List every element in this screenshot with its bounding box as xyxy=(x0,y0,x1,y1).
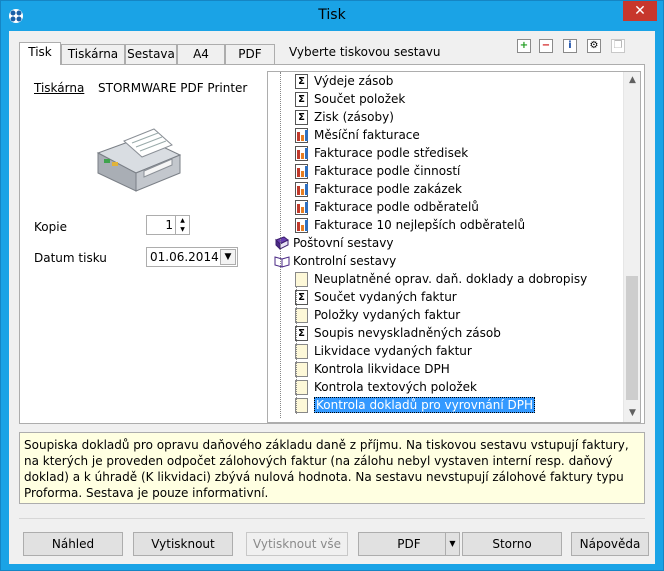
report-hint: Vyberte tiskovou sestavu xyxy=(289,45,441,59)
scroll-down-icon[interactable]: ▼ xyxy=(624,405,640,422)
tree-item-label: Fakturace 10 nejlepších odběratelů xyxy=(314,218,526,232)
window-title: Tisk xyxy=(318,7,346,23)
pdf-button[interactable]: PDF ▼ xyxy=(358,532,460,556)
tab-tiskarna[interactable]: Tiskárna xyxy=(61,44,125,64)
add-icon[interactable]: + xyxy=(517,39,531,53)
chart-report-icon xyxy=(295,182,308,197)
chart-report-icon xyxy=(295,146,308,161)
print-all-button: Vytisknout vše xyxy=(246,532,348,556)
tisk-tab-panel: Tiskárna STORMWARE PDF Printer Kopie 1 ▲ xyxy=(19,64,645,424)
scroll-thumb[interactable] xyxy=(626,276,638,400)
print-dialog-window: Tisk ✕ Tisk Tiskárna Sestava A4 PDF Vybe… xyxy=(0,0,664,571)
copies-spin-buttons[interactable]: ▲ ▼ xyxy=(175,216,189,234)
print-date-label: Datum tisku xyxy=(34,251,107,265)
tab-a4[interactable]: A4 xyxy=(177,44,225,64)
spin-down-icon[interactable]: ▼ xyxy=(176,225,189,234)
copies-stepper[interactable]: 1 ▲ ▼ xyxy=(146,215,190,235)
print-button[interactable]: Vytisknout xyxy=(133,532,233,556)
document-icon xyxy=(295,272,308,287)
tree-scrollbar[interactable]: ▲ ▼ xyxy=(623,72,640,422)
chart-report-icon xyxy=(295,164,308,179)
close-button[interactable]: ✕ xyxy=(623,1,657,21)
chart-report-icon xyxy=(295,200,308,215)
printer-name: STORMWARE PDF Printer xyxy=(98,81,248,95)
info-icon[interactable]: i xyxy=(563,39,577,53)
tree-item-label: Součet položek xyxy=(314,92,406,106)
tree-item-label: Výdeje zásob xyxy=(314,74,394,88)
sum-report-icon: Σ xyxy=(295,74,308,89)
book-closed-icon xyxy=(274,236,290,251)
tab-tisk[interactable]: Tisk xyxy=(19,42,61,65)
tree-item-label: Kontrola textových položek xyxy=(314,380,477,394)
tree-item-label: Kontrola likvidace DPH xyxy=(314,362,450,376)
report-tree[interactable]: Σ Výdeje zásob Σ Součet položek Σ Zisk (zásob… xyxy=(267,71,641,423)
pdf-dropdown-icon[interactable]: ▼ xyxy=(445,533,459,555)
tree-item-label: Fakturace podle středisek xyxy=(314,146,469,160)
chart-report-icon xyxy=(295,128,308,143)
dialog-client: Tisk Tiskárna Sestava A4 PDF Vyberte tis… xyxy=(9,31,655,564)
tree-item-label: Měsíční fakturace xyxy=(314,128,420,142)
cancel-button[interactable]: Storno xyxy=(462,532,562,556)
tree-item-label: Poštovní sestavy xyxy=(293,236,394,250)
title-bar[interactable]: Tisk ✕ xyxy=(1,1,663,31)
button-separator xyxy=(19,518,645,519)
pdf-button-label: PDF xyxy=(397,537,421,551)
book-open-icon xyxy=(274,254,290,268)
tab-pdf[interactable]: PDF xyxy=(225,44,275,64)
sum-report-icon: Σ xyxy=(295,92,308,107)
sum-report-icon: Σ xyxy=(295,110,308,125)
tree-item-label: Neuplatněné oprav. daň. doklady a dobrop… xyxy=(314,272,588,286)
tree-item-label: Součet vydaných faktur xyxy=(314,290,457,304)
print-date-field[interactable]: 01.06.2014 ▼ xyxy=(146,247,238,267)
tab-sestava[interactable]: Sestava xyxy=(125,44,177,64)
tree-item-label: Fakturace podle činností xyxy=(314,164,461,178)
copy-icon: ❐ xyxy=(611,39,625,53)
preview-button[interactable]: Náhled xyxy=(23,532,123,556)
chevron-down-icon[interactable]: ▼ xyxy=(220,249,236,265)
remove-icon[interactable]: − xyxy=(539,39,553,53)
copies-value: 1 xyxy=(165,218,173,232)
printer-link[interactable]: Tiskárna xyxy=(34,81,84,95)
print-date-value: 01.06.2014 xyxy=(150,250,219,264)
settings-icon[interactable]: ⚙ xyxy=(587,39,601,53)
printer-icon xyxy=(96,128,182,192)
scroll-up-icon[interactable]: ▲ xyxy=(624,72,640,89)
help-button[interactable]: Nápověda xyxy=(571,532,649,556)
tree-guide-line xyxy=(296,286,297,414)
tree-item-label: Fakturace podle odběratelů xyxy=(314,200,479,214)
tree-item-label: Likvidace vydaných faktur xyxy=(314,344,472,358)
tree-item-label: Kontrola dokladů pro vyrovnání DPH xyxy=(314,397,536,413)
tree-item-label: Zisk (zásoby) xyxy=(314,110,394,124)
tree-item-label: Fakturace podle zakázek xyxy=(314,182,462,196)
chart-report-icon xyxy=(295,218,308,233)
spin-up-icon[interactable]: ▲ xyxy=(176,216,189,225)
tree-guide-line xyxy=(280,72,281,418)
tree-item-label: Soupis nevyskladněných zásob xyxy=(314,326,501,340)
tree-item-label: Položky vydaných faktur xyxy=(314,308,461,322)
copies-label: Kopie xyxy=(34,220,67,234)
tree-item-label: Kontrolní sestavy xyxy=(293,254,397,268)
report-description: Soupiska dokladů pro opravu daňového zák… xyxy=(19,432,645,504)
